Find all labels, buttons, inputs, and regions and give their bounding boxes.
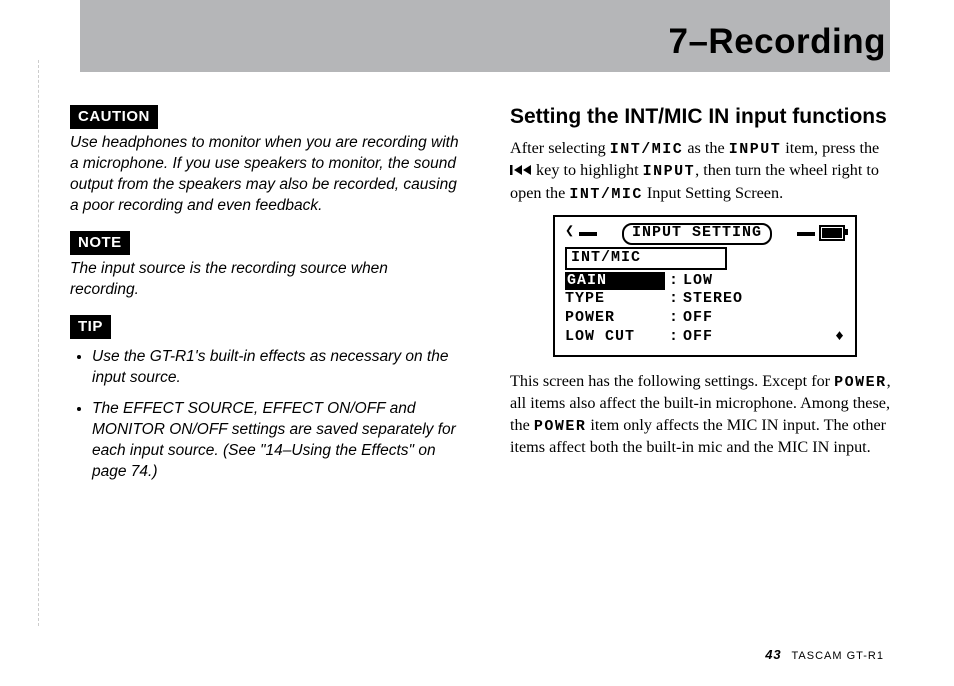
text: as the [683,139,728,157]
lcd-row: POWER:OFF [565,309,845,328]
lcd-inline: POWER [534,418,587,435]
tip-badge: TIP [70,315,111,339]
lcd-title-row: ❮ INPUT SETTING [565,223,845,243]
lcd-subheader: INT/MIC [565,247,727,270]
lcd-row-label: LOW CUT [565,328,665,347]
note-block: NOTE The input source is the recording s… [70,231,460,301]
lcd-title-text: INPUT SETTING [622,223,772,245]
page-number: 43 [765,647,781,662]
lcd-row-colon: : [665,309,683,328]
tip-list: Use the GT-R1's built-in effects as nece… [70,347,460,483]
updown-arrow-icon: ♦ [831,328,845,347]
lcd-row-colon: : [665,272,683,291]
lcd-screen: ❮ INPUT SETTING INT/MIC GAIN:LOWTYPE:STE… [553,215,857,357]
paragraph-2: This screen has the following settings. … [510,371,900,459]
caution-badge: CAUTION [70,105,158,129]
lcd-row-colon: : [665,290,683,309]
lcd-rows: GAIN:LOWTYPE:STEREOPOWER:OFFLOW CUT:OFF♦ [565,272,845,347]
page-footer: 43 TASCAM GT-R1 [765,647,884,662]
lcd-title-lozenge: INPUT SETTING [581,223,813,243]
lcd-row: GAIN:LOW [565,272,845,291]
lcd-row-label: POWER [565,309,665,328]
text: Input Setting Screen. [643,184,783,202]
lcd-inline: INT/MIC [569,186,643,203]
lcd-row-value: STEREO [683,290,831,309]
lcd-left-arrow-icon: ❮ [565,223,575,242]
chapter-title: 7–Recording [669,22,887,62]
text: item, press the [781,139,879,157]
lcd-row: LOW CUT:OFF♦ [565,328,845,347]
tip-block: TIP Use the GT-R1's built-in effects as … [70,315,460,483]
rewind-icon [510,164,532,176]
text: This screen has the following settings. … [510,372,834,390]
product-name: TASCAM GT-R1 [792,650,884,662]
updown-arrow-icon [831,309,845,328]
paragraph-1: After selecting INT/MIC as the INPUT ite… [510,138,900,205]
right-column: Setting the INT/MIC IN input functions A… [510,105,900,469]
lcd-inline: INT/MIC [610,141,684,158]
tip-item: Use the GT-R1's built-in effects as nece… [92,347,460,389]
updown-arrow-icon [831,272,845,291]
lcd-row-value: LOW [683,272,831,291]
lcd-row-label: TYPE [565,290,665,309]
lcd-row-colon: : [665,328,683,347]
page-margin-rule [38,60,39,626]
battery-icon [819,225,845,241]
lcd-inline: INPUT [643,163,696,180]
lcd-row-label: GAIN [565,272,665,291]
caution-block: CAUTION Use headphones to monitor when y… [70,105,460,217]
lcd-row-value: OFF [683,328,831,347]
lcd-inline: POWER [834,374,887,391]
text: After selecting [510,139,610,157]
section-title: Setting the INT/MIC IN input functions [510,105,900,128]
updown-arrow-icon [831,290,845,309]
lcd-row-value: OFF [683,309,831,328]
note-text: The input source is the recording source… [70,259,460,301]
note-badge: NOTE [70,231,130,255]
left-column: CAUTION Use headphones to monitor when y… [70,105,460,493]
caution-text: Use headphones to monitor when you are r… [70,133,460,217]
lcd-inline: INPUT [729,141,782,158]
text: key to highlight [532,161,643,179]
lcd-row: TYPE:STEREO [565,290,845,309]
tip-item: The EFFECT SOURCE, EFFECT ON/OFF and MON… [92,399,460,483]
